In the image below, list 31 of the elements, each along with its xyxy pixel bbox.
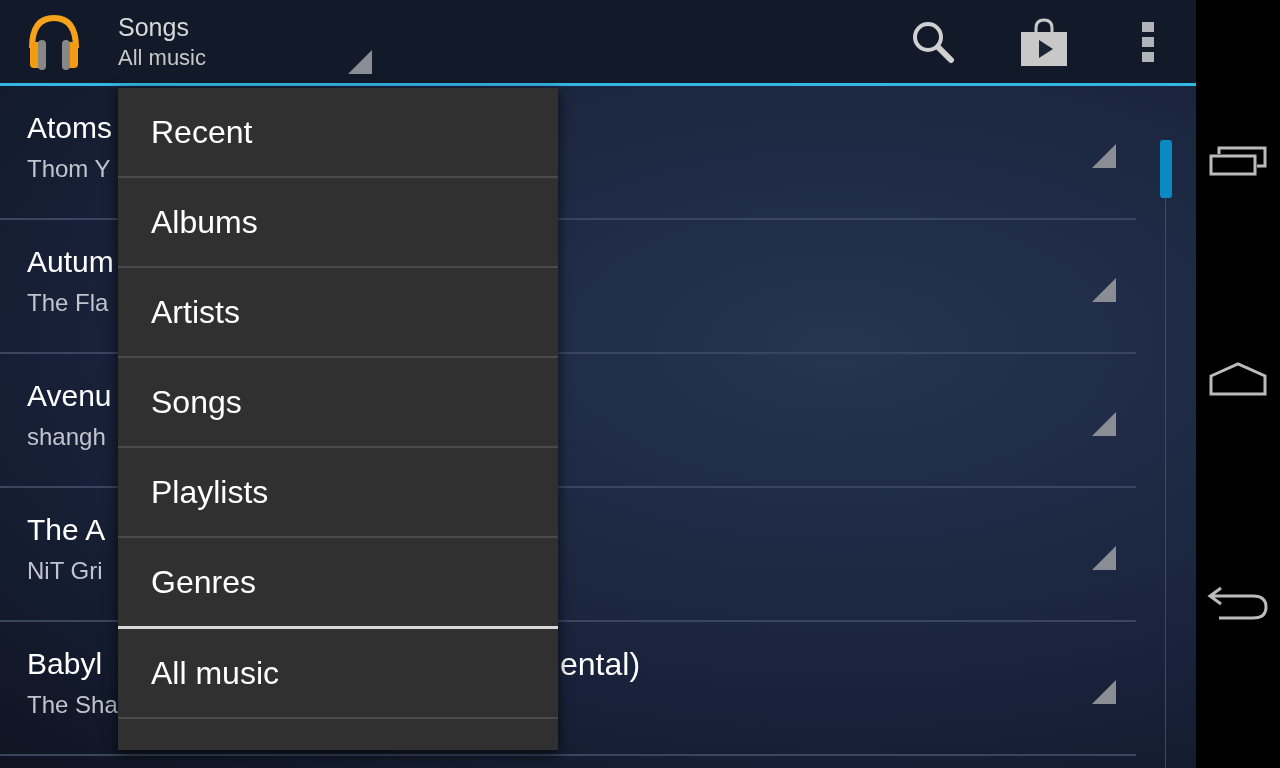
- dropdown-item[interactable]: Recent: [118, 88, 558, 178]
- context-menu-corner-icon[interactable]: [1092, 412, 1116, 436]
- home-icon[interactable]: [1209, 362, 1267, 396]
- dropdown-item[interactable]: All music: [118, 629, 558, 719]
- dropdown-item[interactable]: Songs: [118, 358, 558, 448]
- context-menu-corner-icon[interactable]: [1092, 546, 1116, 570]
- song-artist: NiT Gri: [27, 556, 103, 586]
- screen-title: Songs: [118, 11, 190, 43]
- song-title: Avenu: [27, 378, 112, 414]
- context-menu-corner-icon[interactable]: [1092, 278, 1116, 302]
- song-title: Autum: [27, 244, 114, 280]
- song-artist: shangh: [27, 422, 106, 452]
- overflow-menu-icon[interactable]: [1142, 21, 1154, 62]
- song-artist: Thom Y: [27, 154, 111, 184]
- context-menu-corner-icon[interactable]: [1092, 144, 1116, 168]
- song-artist: The Fla: [27, 288, 109, 318]
- dropdown-item[interactable]: Artists: [118, 268, 558, 358]
- view-subtitle: All music: [118, 43, 207, 72]
- context-menu-corner-icon[interactable]: [1092, 680, 1116, 704]
- song-title: Babyl: [27, 646, 103, 682]
- back-icon[interactable]: [1207, 584, 1269, 620]
- song-title: ental): [560, 645, 641, 684]
- dropdown-corner-icon[interactable]: [348, 49, 372, 74]
- song-artist: The Sha: [27, 690, 118, 720]
- scrollbar-thumb[interactable]: [1160, 140, 1172, 198]
- shopping-bag-icon[interactable]: [1020, 17, 1068, 66]
- song-title: The A: [27, 512, 106, 548]
- recent-apps-icon[interactable]: [1209, 144, 1267, 176]
- dropdown-item[interactable]: Playlists: [118, 448, 558, 538]
- dropdown-item[interactable]: Albums: [118, 178, 558, 268]
- song-title: Atoms: [27, 110, 113, 146]
